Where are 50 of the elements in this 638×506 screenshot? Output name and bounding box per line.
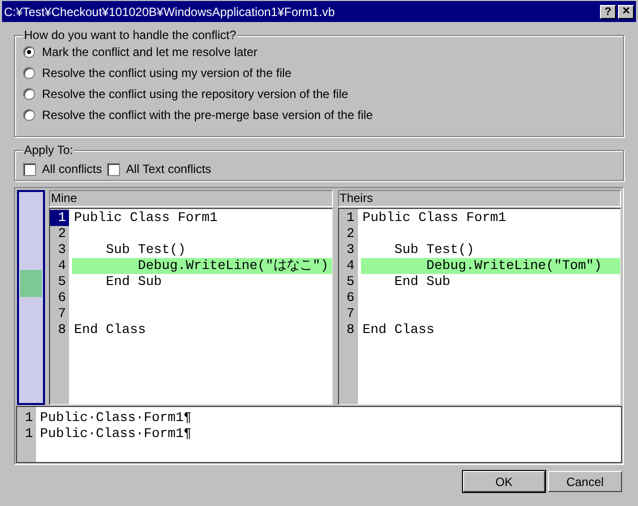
line-number: 3 [57, 242, 67, 258]
checkbox-label: All Text conflicts [126, 162, 212, 176]
compare-line: Public·Class·Form1¶ [40, 426, 192, 442]
line-number: 4 [57, 258, 67, 274]
checkbox[interactable] [107, 162, 120, 176]
line-number: 2 [346, 226, 356, 242]
line-number: 1 [50, 210, 69, 226]
code-line: End Class [73, 322, 146, 338]
code-line: End Sub [104, 274, 162, 290]
line-number: 4 [346, 258, 356, 274]
line-number: 7 [57, 306, 67, 322]
code-line: End Sub [393, 274, 450, 290]
line-number: 5 [57, 274, 67, 290]
line-number: 3 [346, 242, 356, 258]
close-button[interactable]: ✕ [618, 4, 634, 18]
code-line: Public Class Form1 [362, 210, 506, 226]
radio-label: Resolve the conflict with the pre-merge base version of the file [42, 108, 373, 122]
ok-button[interactable]: OK [463, 471, 545, 492]
code-line: Public Class Form1 [73, 210, 218, 226]
radio-label: Mark the conflict and let me resolve later [42, 44, 258, 58]
compare-line: Public·Class·Form1¶ [40, 410, 192, 426]
radio-button[interactable] [23, 46, 35, 58]
line-number: 8 [57, 322, 67, 338]
pane-header: Theirs [338, 190, 621, 207]
code-line: Sub Test() [104, 242, 186, 258]
group-label: How do you want to handle the conflict? [23, 28, 238, 42]
change-marker [20, 270, 42, 297]
checkbox[interactable] [23, 162, 36, 176]
cancel-button[interactable]: Cancel [548, 471, 622, 492]
radio-button[interactable] [23, 88, 35, 100]
line-number: 7 [346, 306, 356, 322]
line-number: 2 [57, 226, 67, 242]
line-number: 8 [346, 322, 356, 338]
code-line: End Class [362, 322, 434, 338]
radio-button[interactable] [23, 108, 35, 120]
radio-button[interactable] [23, 66, 35, 78]
line-number: 1 [24, 410, 34, 426]
window-title: C:¥Test¥Checkout¥101020B¥WindowsApplication1¥Form1.vb [4, 4, 336, 18]
line-number: 5 [346, 274, 356, 290]
pane-header: Mine [49, 190, 332, 207]
radio-label: Resolve the conflict using the repository version of the file [42, 86, 348, 100]
code-line: Sub Test() [393, 242, 474, 258]
help-button[interactable]: ? [600, 4, 616, 18]
radio-label: Resolve the conflict using my version of the file [42, 66, 292, 80]
line-number: 6 [57, 290, 67, 306]
line-number: 1 [24, 426, 34, 442]
line-number: 6 [346, 290, 356, 306]
checkbox-label: All conflicts [42, 162, 102, 176]
group-label: Apply To: [23, 143, 74, 157]
line-number: 1 [346, 210, 356, 226]
